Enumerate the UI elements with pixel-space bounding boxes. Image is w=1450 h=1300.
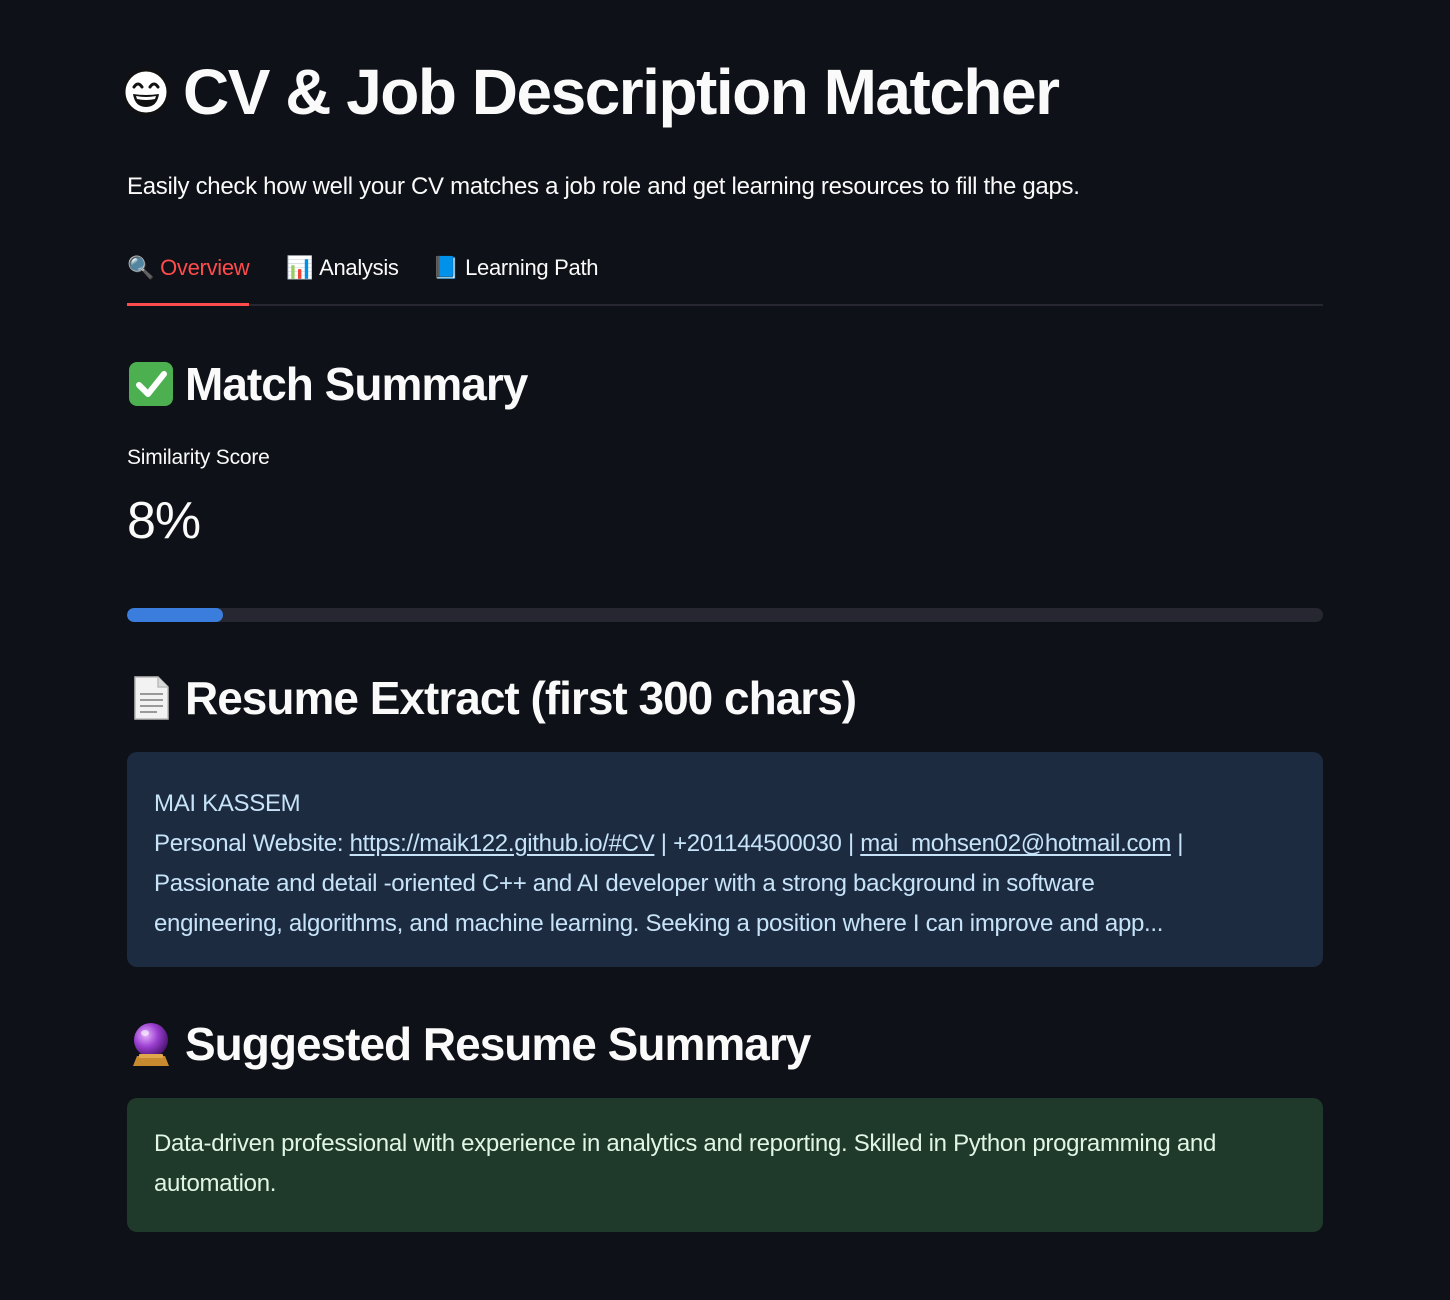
similarity-score-value: 8% <box>127 492 201 550</box>
tab-analysis[interactable]: 📊 Analysis <box>286 252 399 306</box>
resume-contact-line: Personal Website: https://maik122.github… <box>154 824 1296 864</box>
tab-overview[interactable]: 🔍 Overview <box>127 252 250 306</box>
tab-overview-label: Overview <box>160 255 250 280</box>
tab-bar: 🔍 Overview 📊 Analysis 📘 Learning Path <box>127 246 1323 306</box>
bar-chart-icon: 📊 <box>286 255 314 280</box>
check-mark-icon <box>127 360 175 408</box>
page-subtitle: Easily check how well your CV matches a … <box>127 173 1080 200</box>
resume-name: MAI KASSEM <box>154 790 301 817</box>
suggested-summary-heading: Suggested Resume Summary <box>127 1016 811 1072</box>
match-summary-heading-text: Match Summary <box>185 358 528 410</box>
email-link[interactable]: mai_mohsen02@hotmail.com <box>860 830 1171 857</box>
suggested-summary-text: Data-driven professional with experience… <box>154 1130 1216 1197</box>
match-summary-heading: Match Summary <box>127 356 528 412</box>
tab-learning-path-label: Learning Path <box>465 255 599 280</box>
blue-book-icon: 📘 <box>432 255 460 280</box>
resume-extract-box: MAI KASSEM Personal Website: https://mai… <box>127 752 1323 967</box>
tab-learning-path[interactable]: 📘 Learning Path <box>432 252 599 306</box>
resume-text-line-2: engineering, algorithms, and machine lea… <box>154 910 1164 937</box>
suggested-summary-box: Data-driven professional with experience… <box>127 1098 1323 1232</box>
similarity-score-label: Similarity Score <box>127 446 270 469</box>
page-title-text: CV & Job Description Matcher <box>183 56 1060 128</box>
resume-extract-heading-text: Resume Extract (first 300 chars) <box>185 672 857 724</box>
contact-separator: | <box>1170 830 1184 857</box>
suggested-summary-heading-text: Suggested Resume Summary <box>185 1018 811 1070</box>
phone-text: | +201144500030 | <box>654 830 861 857</box>
website-link[interactable]: https://maik122.github.io/#CV <box>350 830 655 857</box>
page-document-icon <box>127 674 175 722</box>
website-prefix: Personal Website: <box>154 830 350 857</box>
crystal-ball-icon <box>127 1020 175 1068</box>
grinning-face-icon <box>122 68 170 116</box>
resume-text-line-1: Passionate and detail -oriented C++ and … <box>154 870 1095 897</box>
resume-extract-heading: Resume Extract (first 300 chars) <box>127 670 857 726</box>
magnifier-icon: 🔍 <box>127 255 155 280</box>
tab-analysis-label: Analysis <box>319 255 399 280</box>
similarity-progress-fill <box>127 608 223 622</box>
similarity-progress-bar <box>127 608 1323 622</box>
page-title: CV & Job Description Matcher <box>121 52 1060 132</box>
